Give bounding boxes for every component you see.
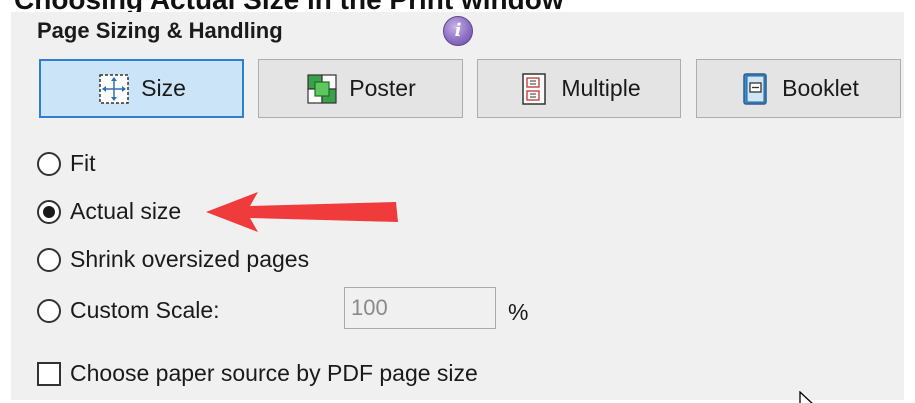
poster-icon bbox=[307, 73, 337, 104]
page-sizing-panel: Page Sizing & Handling i Size Poster Mul… bbox=[11, 12, 904, 403]
info-icon[interactable]: i bbox=[443, 16, 473, 46]
section-title: Page Sizing & Handling bbox=[37, 18, 283, 43]
size-button-label: Size bbox=[141, 75, 186, 101]
fit-label: Fit bbox=[70, 150, 96, 176]
custom-scale-option[interactable]: Custom Scale: bbox=[37, 297, 220, 324]
poster-button[interactable]: Poster bbox=[258, 59, 463, 118]
multiple-icon bbox=[522, 72, 547, 105]
annotation-arrow-icon bbox=[206, 192, 398, 232]
size-icon bbox=[99, 73, 129, 104]
paper-source-checkbox[interactable] bbox=[37, 361, 61, 386]
custom-scale-radio[interactable] bbox=[37, 298, 61, 323]
booklet-button-label: Booklet bbox=[782, 75, 859, 101]
paper-source-option[interactable]: Choose paper source by PDF page size bbox=[37, 360, 478, 387]
multiple-button-label: Multiple bbox=[561, 75, 641, 101]
mouse-pointer-icon bbox=[799, 391, 813, 403]
fit-radio[interactable] bbox=[37, 151, 61, 176]
percent-unit: % bbox=[508, 299, 529, 325]
shrink-oversized-radio[interactable] bbox=[37, 247, 61, 272]
booklet-icon bbox=[743, 72, 767, 105]
fit-option[interactable]: Fit bbox=[37, 150, 96, 177]
custom-scale-label: Custom Scale: bbox=[70, 297, 220, 323]
booklet-button[interactable]: Booklet bbox=[696, 59, 901, 118]
paper-source-label: Choose paper source by PDF page size bbox=[70, 360, 478, 386]
custom-scale-input[interactable] bbox=[344, 287, 496, 329]
actual-size-label: Actual size bbox=[70, 198, 182, 224]
shrink-oversized-option[interactable]: Shrink oversized pages bbox=[37, 246, 309, 273]
shrink-oversized-label: Shrink oversized pages bbox=[70, 246, 310, 272]
poster-button-label: Poster bbox=[349, 75, 416, 101]
actual-size-option[interactable]: Actual size bbox=[37, 198, 181, 225]
actual-size-radio[interactable] bbox=[37, 199, 61, 224]
multiple-button[interactable]: Multiple bbox=[477, 59, 681, 118]
size-button[interactable]: Size bbox=[39, 59, 244, 118]
